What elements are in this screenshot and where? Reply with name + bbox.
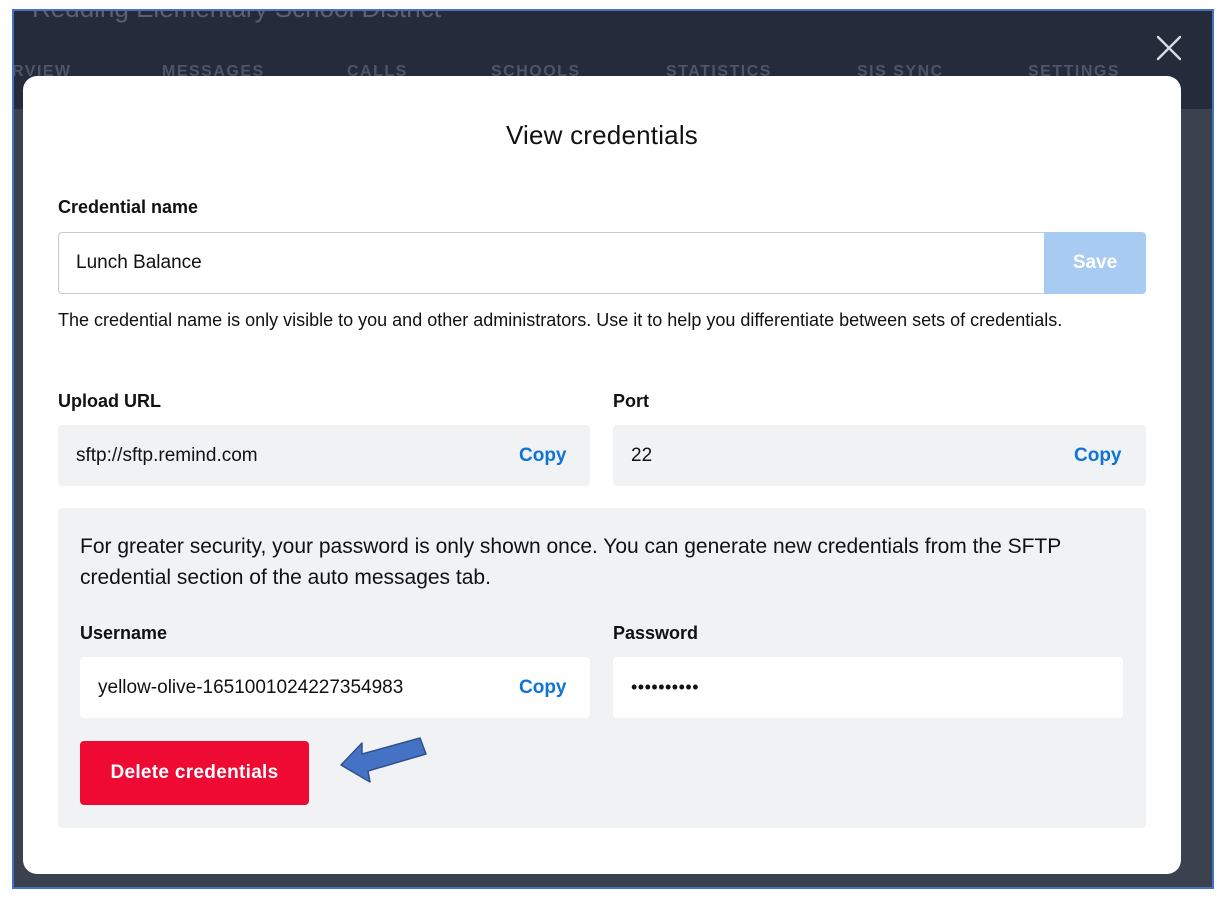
port-label: Port [613,391,649,411]
close-icon [1156,35,1182,61]
copy-port-button[interactable]: Copy [1074,425,1122,486]
port-field: 22 Copy [613,425,1146,486]
upload-url-value: sftp://sftp.remind.com [76,445,258,466]
credential-name-help-text: The credential name is only visible to y… [58,310,1063,330]
username-field: yellow-olive-1651001024227354983 Copy [80,657,590,718]
security-panel: For greater security, your password is o… [58,508,1146,828]
annotation-arrow [340,737,427,783]
password-value: •••••••••• [631,677,700,697]
close-button[interactable] [1154,33,1184,63]
copy-username-button[interactable]: Copy [519,657,567,718]
upload-url-label: Upload URL [58,391,161,411]
security-notice: For greater security, your password is o… [80,535,1061,589]
credential-name-label: Credential name [58,197,199,217]
username-value: yellow-olive-1651001024227354983 [98,677,404,698]
upload-url-field: sftp://sftp.remind.com Copy [58,425,590,486]
background-district-title: Redding Elementary School District [32,11,441,24]
username-label: Username [80,623,168,643]
credentials-modal: View credentials Credential name Save Th… [23,76,1181,874]
modal-title: View credentials [505,120,699,150]
delete-credentials-button[interactable]: Delete credentials [80,741,309,805]
password-label: Password [613,623,699,643]
copy-upload-url-button[interactable]: Copy [519,425,567,486]
credential-name-input[interactable] [58,232,1044,294]
save-button[interactable]: Save [1044,232,1146,294]
password-field[interactable]: •••••••••• [613,657,1123,718]
port-value: 22 [631,445,653,466]
